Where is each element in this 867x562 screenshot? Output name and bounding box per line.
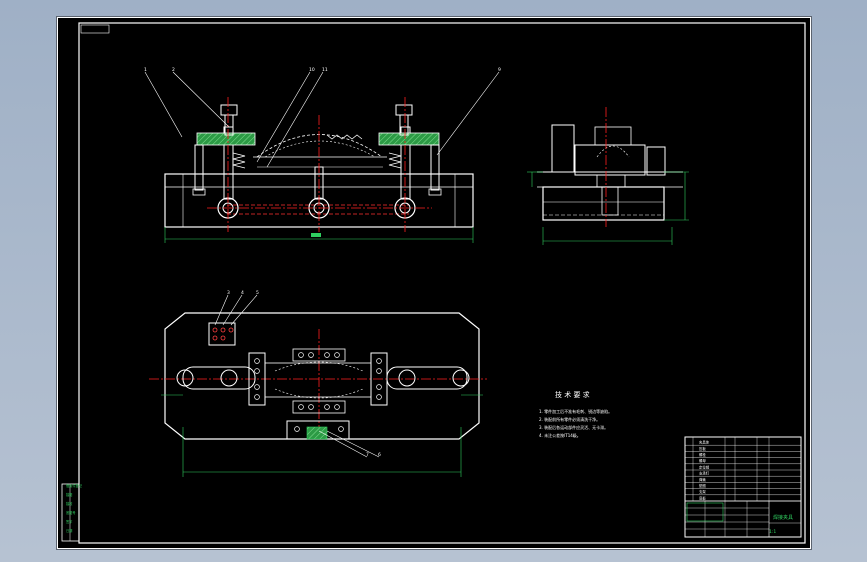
plan-bolt-heads	[254, 352, 382, 432]
leader-line	[172, 71, 230, 128]
title-block-row-label: 压板	[699, 446, 706, 451]
side-panel: 借用件登记描图描校底图号签字日期	[61, 483, 83, 542]
bolt-head	[334, 404, 340, 410]
side-panel-label: 描校	[66, 501, 73, 506]
sheet-inner-border	[78, 22, 806, 544]
bolt-head	[308, 404, 314, 410]
leader-line	[266, 71, 324, 168]
balloon-number: 5	[256, 290, 259, 296]
balloon-number: 9	[498, 67, 501, 73]
plan-view: 3 4 5 7 6	[149, 290, 487, 477]
side-panel-label: 借用件登记	[66, 483, 83, 488]
bolt-head	[254, 358, 260, 364]
cad-viewport[interactable]: 借用件登记 描图 描校 底图号 签字 日期 1 2 10 11 9 3 4 5 …	[56, 16, 812, 550]
title-block-row-label: 螺栓	[699, 452, 706, 457]
tech-req-item: 4. 未注公差按IT14级。	[539, 432, 581, 438]
side-panel-label: 日期	[66, 528, 72, 533]
balloon-number: 10	[309, 67, 315, 73]
bolt-head	[376, 394, 382, 400]
title-block-row-label: 垫圈	[699, 483, 706, 488]
tech-req-title: 技 术 要 求	[555, 390, 590, 399]
sheet-corner-mark	[80, 24, 110, 34]
title-block-row-label: 定位销	[699, 464, 710, 469]
bolt-head	[254, 368, 260, 374]
plan-balloons: 3 4 5 7 6	[214, 290, 381, 458]
balloon-number: 2	[172, 67, 175, 73]
bolt-head	[334, 352, 340, 358]
leader-line	[436, 71, 500, 156]
bolt-head	[308, 352, 314, 358]
tech-req-item: 2. 装配前所有零件必须清洗干净。	[539, 416, 600, 422]
tech-req-item: 1. 零件加工后不准有毛刺、锐边等缺陷。	[539, 408, 612, 414]
tech-req-item: 3. 装配后各运动部件应灵活、无卡滞。	[539, 424, 608, 430]
title-block-row-label: 支架	[699, 489, 706, 494]
title-block-scale: 1:1	[769, 529, 776, 535]
bolt-head	[254, 394, 260, 400]
balloon-number: 4	[241, 290, 244, 296]
bolt-head	[298, 352, 304, 358]
title-block-drawing-name: 焊接夹具	[773, 514, 793, 521]
side-view	[527, 107, 689, 245]
side-panel-label: 描图	[66, 492, 72, 497]
side-panel-label: 底图号	[66, 510, 76, 515]
title-block-row-label: 螺母	[699, 458, 706, 463]
bolt-head	[376, 358, 382, 364]
title-block-row-label: 夹具体	[699, 440, 710, 445]
leader-line	[144, 71, 183, 138]
title-block-row-label: 底板	[699, 495, 706, 500]
title-block-row-label: 弹簧	[699, 477, 706, 482]
leader-line	[318, 430, 368, 458]
bolt-head	[324, 404, 330, 410]
balloon-number: 11	[322, 67, 328, 73]
bolt-head	[254, 384, 260, 390]
engineering-drawing: 借用件登记描图描校底图号签字日期 1 2 10 11 9 3 4 57 6 技 …	[57, 17, 811, 549]
sheet-outer-border	[57, 17, 811, 549]
bolt-head	[294, 426, 300, 432]
front-balloons: 1 2 10 11 9	[144, 67, 501, 168]
side-panel-label: 签字	[66, 519, 72, 524]
bolt-head	[324, 352, 330, 358]
technical-requirements: 技 术 要 求 1. 零件加工后不准有毛刺、锐边等缺陷。 2. 装配前所有零件必须…	[539, 390, 612, 438]
balloon-number: 1	[144, 67, 147, 73]
leader-line	[326, 430, 380, 458]
title-block: 夹具体压板螺栓螺母定位销支承钉弹簧垫圈支架底板 焊接夹具 1:1	[684, 436, 802, 538]
bolt-head	[298, 404, 304, 410]
leader-line	[230, 294, 258, 326]
front-view: 1 2 10 11 9	[144, 67, 501, 243]
bolt-head	[376, 368, 382, 374]
clamp-arm-right	[378, 132, 440, 146]
bolt-head	[338, 426, 344, 432]
bolt-head	[376, 384, 382, 390]
balloon-number: 7	[366, 452, 369, 458]
balloon-number: 3	[227, 290, 230, 296]
leader-line	[256, 71, 311, 163]
balloon-number: 6	[378, 452, 381, 458]
title-block-row-label: 支承钉	[699, 471, 710, 476]
